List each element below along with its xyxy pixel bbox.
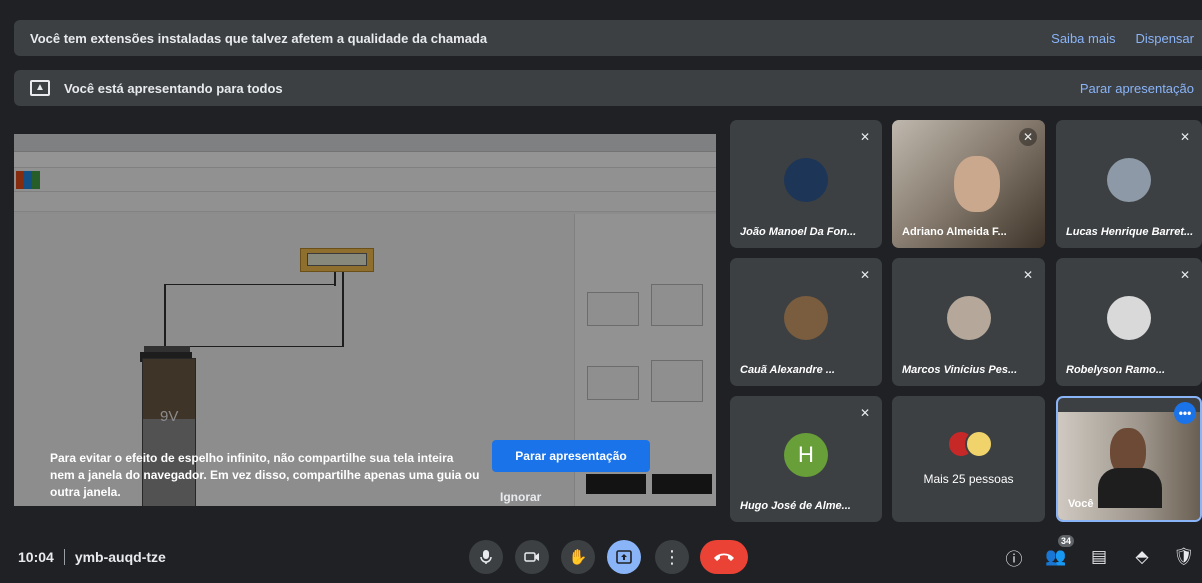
mic-off-icon: ✕ (1019, 128, 1037, 146)
participant-tile[interactable]: ✕ Marcos Vinícius Pes... (892, 258, 1045, 386)
presented-screen: 9V Para evitar o efeito de espelho infin… (14, 134, 716, 506)
participant-tile[interactable]: ✕ Robelyson Ramo... (1056, 258, 1202, 386)
mirror-warning-text: Para evitar o efeito de espelho infinito… (50, 451, 480, 499)
participant-tile[interactable]: ✕ Lucas Henrique Barret... (1056, 120, 1202, 248)
mic-off-icon: ✕ (1179, 130, 1191, 144)
grouped-avatars (943, 430, 995, 460)
participant-tile[interactable]: ✕ Adriano Almeida F... (892, 120, 1045, 248)
avatar (1107, 158, 1151, 202)
ignore-button[interactable]: Ignorar (500, 490, 541, 504)
avatar: H (784, 433, 828, 477)
participant-name: Cauã Alexandre ... (740, 364, 835, 376)
presenting-banner: ▲ Você está apresentando para todos Para… (14, 70, 1202, 106)
mic-off-icon: ✕ (1179, 268, 1191, 282)
meeting-info: 10:04 ymb-auqd-tze (18, 549, 166, 565)
people-button[interactable]: 👥 34 (1042, 535, 1074, 571)
mic-off-icon: ✕ (859, 406, 871, 420)
info-button[interactable]: ⓘ (1000, 543, 1028, 571)
learn-more-link[interactable]: Saiba mais (1051, 31, 1115, 46)
participant-name: Você (1068, 498, 1094, 510)
end-call-icon (714, 553, 734, 561)
raise-hand-icon: ✋ (568, 549, 588, 566)
host-controls-button[interactable]: 🛡 (1170, 543, 1198, 571)
presenting-banner-text: Você está apresentando para todos (64, 80, 283, 96)
stop-presenting-link[interactable]: Parar apresentação (1080, 81, 1194, 96)
mic-button[interactable] (469, 540, 503, 574)
camera-button[interactable] (515, 540, 549, 574)
end-call-button[interactable] (700, 540, 748, 574)
host-controls-icon: 🛡 (1173, 547, 1195, 566)
activities-icon: ⬘ (1135, 547, 1149, 566)
mic-off-icon: ✕ (1022, 268, 1034, 282)
extensions-banner: Você tem extensões instaladas que talvez… (14, 20, 1202, 56)
extensions-banner-text: Você tem extensões instaladas que talvez… (30, 30, 488, 46)
meeting-code: ymb-auqd-tze (74, 549, 166, 565)
participant-name: João Manoel Da Fon... (740, 226, 857, 238)
mirror-warning: Para evitar o efeito de espelho infinito… (14, 434, 716, 506)
participant-count-badge: 34 (1057, 535, 1074, 547)
present-screen-icon: ▲ (30, 80, 50, 96)
mic-off-icon: ✕ (859, 268, 871, 282)
mic-off-icon: ✕ (859, 130, 871, 144)
info-icon: ⓘ (1005, 549, 1023, 569)
people-icon: 👥 (1045, 547, 1067, 566)
avatar (784, 158, 828, 202)
more-participants-tile[interactable]: Mais 25 pessoas (892, 396, 1045, 522)
more-options-icon: ⋮ (663, 546, 681, 567)
clock-time: 10:04 (18, 549, 54, 565)
present-screen-icon (616, 550, 632, 564)
dismiss-link[interactable]: Dispensar (1135, 31, 1194, 46)
participant-tile[interactable]: ✕ Cauã Alexandre ... (730, 258, 882, 386)
raise-hand-button[interactable]: ✋ (561, 540, 595, 574)
more-options-icon[interactable]: ••• (1174, 402, 1196, 424)
more-options-button[interactable]: ⋮ (655, 540, 689, 574)
microphone-icon (480, 550, 492, 564)
chat-icon: ▤ (1090, 547, 1108, 566)
avatar (946, 296, 991, 340)
participant-name: Adriano Almeida F... (902, 226, 1007, 238)
self-view-tile[interactable]: ••• Você (1056, 396, 1202, 522)
camera-icon (524, 552, 539, 562)
avatar (1107, 296, 1151, 340)
participant-name: Lucas Henrique Barret... (1066, 226, 1194, 238)
participant-name: Marcos Vinícius Pes... (902, 364, 1018, 376)
chat-button[interactable]: ▤ (1085, 543, 1113, 571)
present-button[interactable] (607, 540, 641, 574)
more-participants-label: Mais 25 pessoas (923, 472, 1014, 486)
participant-tile[interactable]: H ✕ Hugo José de Alme... (730, 396, 882, 522)
participant-tile[interactable]: ✕ João Manoel Da Fon... (730, 120, 882, 248)
participant-name: Robelyson Ramo... (1066, 364, 1166, 376)
participant-name: Hugo José de Alme... (740, 500, 851, 512)
stop-presenting-button[interactable]: Parar apresentação (492, 440, 650, 472)
activities-button[interactable]: ⬘ (1128, 543, 1156, 571)
avatar (784, 296, 828, 340)
